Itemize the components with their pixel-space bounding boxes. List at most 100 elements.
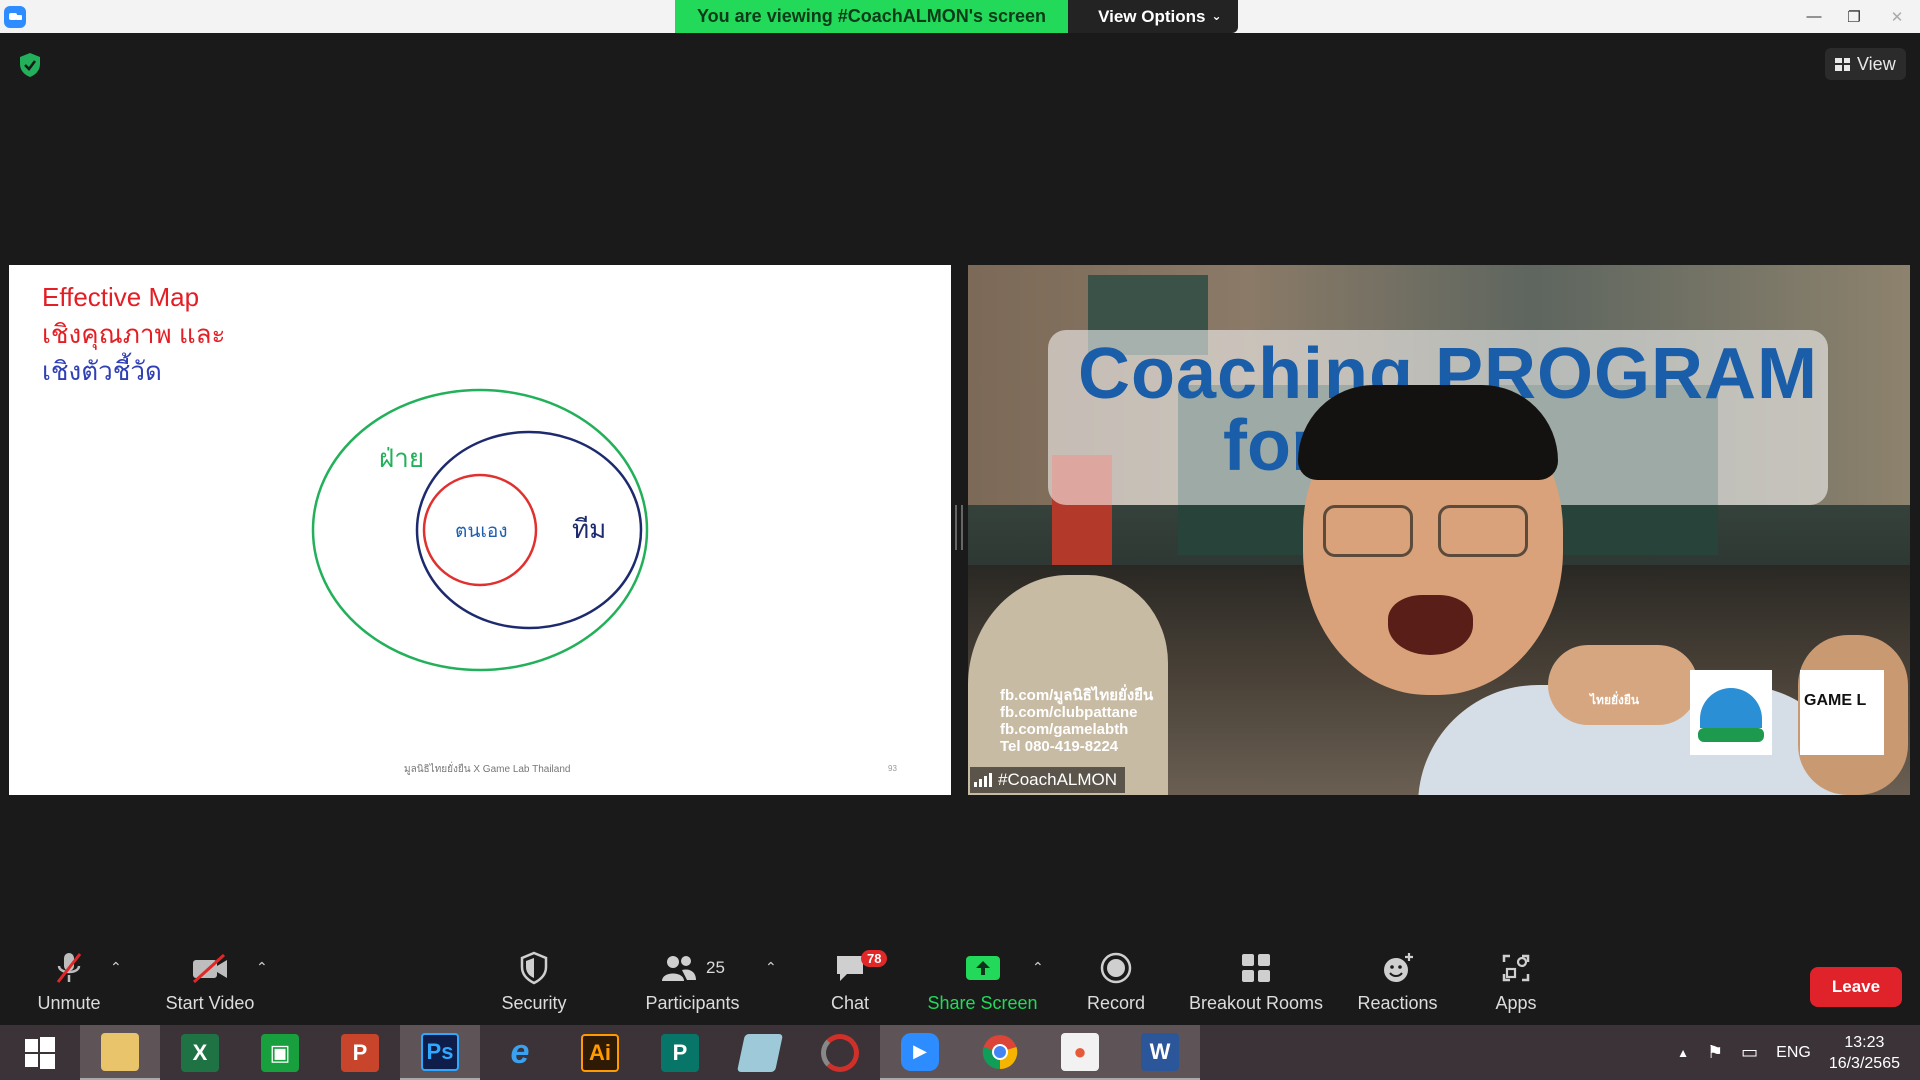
signal-strength-icon bbox=[974, 773, 992, 787]
unmute-button[interactable]: Unmute bbox=[30, 945, 108, 1025]
taskbar-word[interactable]: W bbox=[1120, 1025, 1200, 1080]
security-button[interactable]: Security bbox=[494, 945, 574, 1025]
viewing-text: You are viewing #CoachALMON's screen bbox=[675, 0, 1069, 33]
outer-label: ฝ่าย bbox=[379, 444, 424, 474]
clock-time: 13:23 bbox=[1844, 1033, 1885, 1051]
speaker-hair bbox=[1298, 385, 1558, 480]
taskbar-chrome[interactable] bbox=[960, 1025, 1040, 1080]
taskbar-file-explorer[interactable] bbox=[80, 1025, 160, 1080]
reactions-label: Reactions bbox=[1357, 993, 1438, 1013]
share-screen-label: Share Screen bbox=[927, 993, 1038, 1013]
reactions-button[interactable]: Reactions bbox=[1355, 945, 1440, 1025]
security-shield-icon bbox=[519, 945, 549, 991]
taskbar-notepad[interactable] bbox=[720, 1025, 800, 1080]
share-options-chevron-icon[interactable]: ⌃ bbox=[1032, 959, 1044, 976]
clock[interactable]: 13:23 16/3/2565 bbox=[1829, 1032, 1900, 1074]
zoom-icon: ▶ bbox=[901, 1032, 939, 1071]
effective-map-diagram: ฝ่าย ทีม ตนเอง bbox=[311, 388, 649, 672]
speaker-mouth bbox=[1388, 595, 1473, 655]
taskbar-photoscape[interactable] bbox=[800, 1025, 880, 1080]
taskbar-excel[interactable]: X bbox=[160, 1025, 240, 1080]
taskbar-internet-explorer[interactable]: e bbox=[480, 1025, 560, 1080]
apps-button[interactable]: Apps bbox=[1490, 945, 1542, 1025]
language-indicator[interactable]: ENG bbox=[1776, 1044, 1811, 1062]
presenter-icon: ● bbox=[1061, 1032, 1099, 1071]
chat-icon: 78 bbox=[833, 945, 888, 991]
contact-line: Tel 080-419-8224 bbox=[1000, 738, 1119, 755]
reactions-icon bbox=[1380, 945, 1416, 991]
viewing-banner: You are viewing #CoachALMON's screen Vie… bbox=[675, 0, 1238, 33]
minimize-icon[interactable]: — bbox=[1794, 0, 1834, 33]
contact-line: fb.com/clubpattane bbox=[1000, 704, 1138, 721]
powerpoint-icon: P bbox=[341, 1033, 379, 1072]
photoshop-icon: Ps bbox=[421, 1032, 459, 1071]
windows-logo-icon bbox=[25, 1036, 55, 1069]
chevron-down-icon: ⌄ bbox=[1211, 9, 1222, 23]
restore-icon[interactable]: ❐ bbox=[1834, 0, 1874, 33]
game-lab-logo: GAME L bbox=[1800, 670, 1884, 755]
start-button[interactable] bbox=[0, 1025, 80, 1080]
store-icon: ▣ bbox=[261, 1033, 299, 1072]
muted-mic-icon bbox=[52, 945, 86, 991]
speaker-neck bbox=[1548, 645, 1698, 725]
middle-label: ทีม bbox=[572, 515, 606, 545]
breakout-rooms-label: Breakout Rooms bbox=[1188, 993, 1324, 1013]
view-options-button[interactable]: View Options ⌄ bbox=[1068, 0, 1238, 33]
chat-button[interactable]: 78 Chat bbox=[820, 945, 888, 1025]
illustrator-icon: Ai bbox=[581, 1033, 619, 1072]
system-tray: ▲ ⚑ ▭ ENG 13:23 16/3/2565 bbox=[1677, 1025, 1920, 1080]
chrome-icon bbox=[982, 1034, 1018, 1069]
chat-label: Chat bbox=[830, 993, 870, 1013]
apps-label: Apps bbox=[1495, 993, 1537, 1013]
breakout-rooms-button[interactable]: Breakout Rooms bbox=[1186, 945, 1326, 1025]
middle-circle bbox=[415, 430, 643, 630]
shared-screen[interactable]: Effective Map เชิงคุณภาพ และ เชิงตัวชี้ว… bbox=[9, 265, 951, 795]
network-icon[interactable]: ▭ bbox=[1741, 1042, 1758, 1063]
action-center-flag-icon[interactable]: ⚑ bbox=[1707, 1042, 1723, 1063]
encryption-shield-icon[interactable] bbox=[18, 52, 42, 78]
contact-line: fb.com/gamelabth bbox=[1000, 721, 1129, 738]
breakout-rooms-icon bbox=[1239, 945, 1273, 991]
participant-video[interactable]: Coaching PROGRAM for urer fb.com/มูลนิธิ… bbox=[968, 265, 1910, 795]
video-off-icon bbox=[190, 945, 230, 991]
record-button[interactable]: Record bbox=[1085, 945, 1147, 1025]
slide-footer: มูลนิธิไทยยั่งยืน X Game Lab Thailand bbox=[404, 764, 571, 775]
close-icon[interactable]: ✕ bbox=[1874, 0, 1920, 33]
taskbar-presenter[interactable]: ● bbox=[1040, 1025, 1120, 1080]
security-label: Security bbox=[501, 993, 567, 1013]
taskbar-publisher[interactable]: P bbox=[640, 1025, 720, 1080]
share-screen-button[interactable]: Share Screen bbox=[925, 945, 1040, 1025]
clock-date: 16/3/2565 bbox=[1828, 1054, 1900, 1072]
leave-button[interactable]: Leave bbox=[1810, 967, 1902, 1007]
internet-explorer-icon: e bbox=[510, 1033, 530, 1071]
participant-name-tag: #CoachALMON bbox=[970, 767, 1126, 793]
title-bar: You are viewing #CoachALMON's screen Vie… bbox=[0, 0, 1920, 33]
start-video-button[interactable]: Start Video bbox=[160, 945, 260, 1025]
speaker-glasses-right bbox=[1438, 505, 1528, 557]
participants-options-chevron-icon[interactable]: ⌃ bbox=[765, 959, 777, 976]
taskbar-store[interactable]: ▣ bbox=[240, 1025, 320, 1080]
audio-options-chevron-icon[interactable]: ⌃ bbox=[110, 959, 122, 976]
split-divider-handle[interactable] bbox=[955, 505, 963, 550]
word-icon: W bbox=[1141, 1032, 1179, 1071]
video-side-text: ไทยยั่งยืน bbox=[1590, 693, 1640, 707]
video-options-chevron-icon[interactable]: ⌃ bbox=[256, 959, 268, 976]
participants-button[interactable]: 25 Participants bbox=[640, 945, 745, 1025]
view-button[interactable]: View bbox=[1825, 48, 1906, 80]
notepad-icon bbox=[736, 1033, 784, 1072]
tray-overflow-chevron-icon[interactable]: ▲ bbox=[1677, 1046, 1689, 1060]
taskbar-photoshop[interactable]: Ps bbox=[400, 1025, 480, 1080]
record-label: Record bbox=[1086, 993, 1146, 1013]
apps-icon bbox=[1500, 945, 1532, 991]
taskbar-powerpoint[interactable]: P bbox=[320, 1025, 400, 1080]
taskbar-zoom[interactable]: ▶ bbox=[880, 1025, 960, 1080]
photoscape-icon bbox=[821, 1033, 859, 1072]
slide-page-number: 93 bbox=[888, 764, 897, 773]
meeting-toolbar: Unmute ⌃ Start Video ⌃ Security 25 Parti… bbox=[0, 945, 1920, 1025]
participant-name: #CoachALMON bbox=[998, 770, 1118, 789]
share-screen-icon bbox=[964, 945, 1002, 991]
excel-icon: X bbox=[181, 1033, 219, 1072]
taskbar-illustrator[interactable]: Ai bbox=[560, 1025, 640, 1080]
windows-taskbar: X ▣ P Ps e Ai P ▶ ● W ▲ ⚑ ▭ ENG 13:23 16… bbox=[0, 1025, 1920, 1080]
contact-line: fb.com/มูลนิธิไทยยั่งยืน bbox=[1000, 687, 1154, 704]
